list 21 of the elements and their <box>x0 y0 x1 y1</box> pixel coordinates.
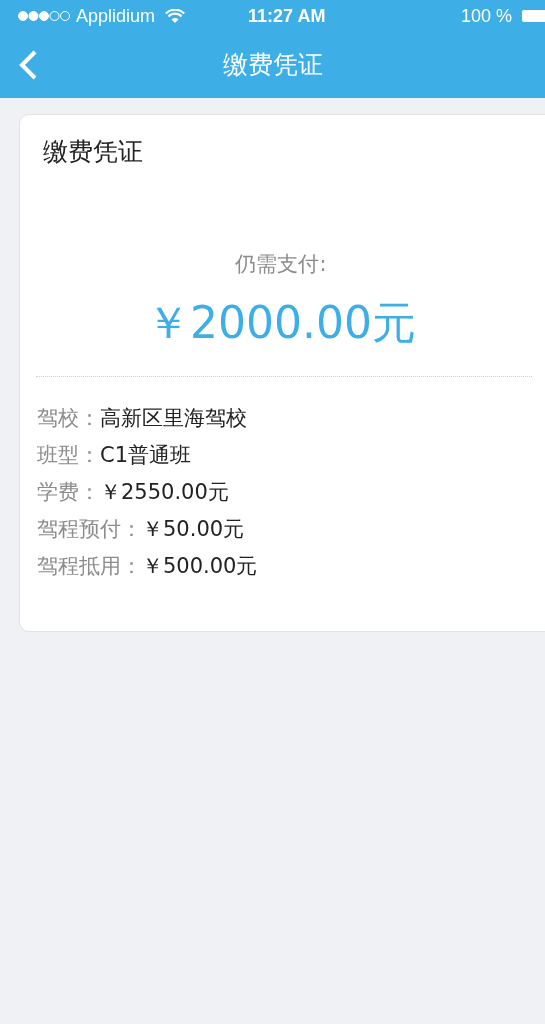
detail-value: ￥2550.00元 <box>100 479 229 506</box>
detail-value: ￥500.00元 <box>142 553 258 580</box>
clock-time: 11:27 AM <box>248 4 326 28</box>
amount-due: ￥2000.00元 <box>146 296 417 350</box>
card-title: 缴费凭证 <box>43 136 144 168</box>
detail-value: ￥50.00元 <box>142 516 245 543</box>
carrier-name: Applidium <box>76 4 156 28</box>
detail-label: 班型： <box>37 442 100 469</box>
back-icon[interactable] <box>18 49 38 81</box>
detail-label: 驾程抵用： <box>37 553 142 580</box>
detail-value: 高新区里海驾校 <box>100 405 247 432</box>
signal-icon <box>17 10 71 22</box>
wifi-icon <box>165 8 186 24</box>
battery-icon <box>522 10 545 22</box>
detail-label: 驾程预付： <box>37 516 142 543</box>
detail-label: 驾校： <box>37 405 100 432</box>
battery-percent: 100 % <box>460 4 512 28</box>
detail-label: 学费： <box>37 479 100 506</box>
amount-label: 仍需支付: <box>235 250 328 278</box>
detail-value: C1普通班 <box>100 442 192 469</box>
page-title: 缴费凭证 <box>222 49 323 82</box>
